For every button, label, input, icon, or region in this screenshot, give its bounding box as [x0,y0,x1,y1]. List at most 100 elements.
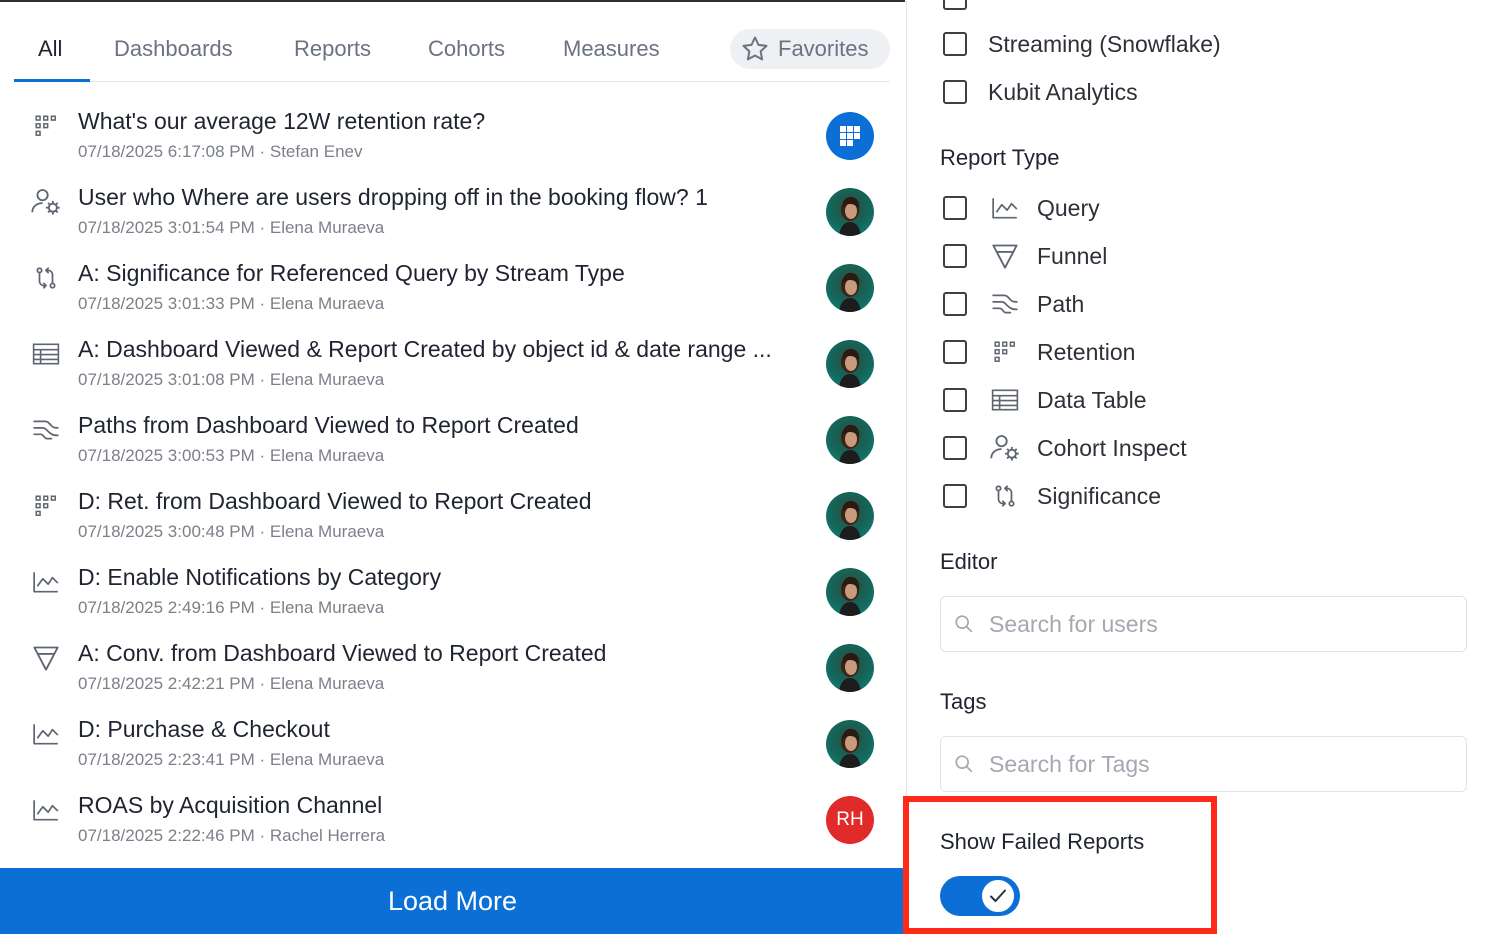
report-title[interactable]: Paths from Dashboard Viewed to Report Cr… [78,412,579,439]
report-list-panel: All Dashboards Reports Cohorts Measures … [0,0,905,934]
show-failed-reports-toggle[interactable] [940,876,1020,916]
query-icon [30,718,62,750]
editor-title: Editor [940,549,998,574]
tab-bar: All Dashboards Reports Cohorts Measures … [14,18,890,82]
editor-search[interactable] [940,596,1467,652]
report-title[interactable]: A: Conv. from Dashboard Viewed to Report… [78,640,606,667]
avatar [826,720,874,768]
path-icon [30,414,62,446]
report-meta: 07/18/2025 2:23:41 PM · Elena Muraeva [78,750,385,769]
checkbox[interactable] [943,484,967,508]
retention-icon [30,110,62,142]
source-label: Streaming (Snowflake) [988,30,1221,57]
tab-measures[interactable]: Measures [563,18,660,82]
checkbox[interactable] [943,32,967,56]
report-list-item[interactable]: D: Ret. from Dashboard Viewed to Report … [0,480,905,556]
report-type-label: Funnel [1037,242,1108,269]
checkbox[interactable] [943,244,967,268]
report-meta: 07/18/2025 3:00:53 PM · Elena Muraeva [78,446,385,465]
report-title[interactable]: What's our average 12W retention rate? [78,108,485,135]
favorites-button[interactable]: Favorites [730,29,890,69]
significance-icon [30,262,62,294]
data-table-icon [30,338,62,370]
report-meta: 07/18/2025 3:01:54 PM · Elena Muraeva [78,218,385,237]
report-meta: 07/18/2025 2:22:46 PM · Rachel Herrera [78,826,386,845]
report-title[interactable]: ROAS by Acquisition Channel [78,792,382,819]
report-type-label: Retention [1037,338,1136,365]
report-list-item[interactable]: A: Conv. from Dashboard Viewed to Report… [0,632,905,708]
tags-title: Tags [940,689,987,714]
search-icon [953,753,975,775]
query-icon [30,566,62,598]
tab-reports[interactable]: Reports [294,18,371,82]
checkbox[interactable] [943,436,967,460]
report-list-item[interactable]: ROAS by Acquisition Channel 07/18/2025 2:… [0,784,905,860]
report-type-option[interactable]: Path [943,284,1084,324]
report-list-item[interactable]: D: Purchase & Checkout 07/18/2025 2:23:41… [0,708,905,784]
source-option-streaming[interactable]: Streaming (Snowflake) [943,24,1221,64]
avatar [826,416,874,464]
source-option-kubit[interactable]: Kubit Analytics [943,72,1138,112]
report-meta: 07/18/2025 3:00:48 PM · Elena Muraeva [78,522,385,541]
report-title[interactable]: A: Significance for Referenced Query by … [78,260,625,287]
report-list-item[interactable]: What's our average 12W retention rate? 07… [0,100,905,176]
search-icon [953,613,975,635]
source-option-partial[interactable] [943,0,967,18]
query-icon [989,194,1021,222]
report-type-label: Significance [1037,482,1162,509]
report-list-item[interactable]: Paths from Dashboard Viewed to Report Cr… [0,404,905,480]
star-icon [742,36,768,61]
report-title[interactable]: D: Purchase & Checkout [78,716,330,743]
favorites-label: Favorites [778,36,869,61]
funnel-icon [30,642,62,674]
report-title[interactable]: User who Where are users dropping off in… [78,184,708,211]
funnel-icon [989,242,1021,270]
report-title[interactable]: D: Ret. from Dashboard Viewed to Report … [78,488,592,515]
report-list-item[interactable]: User who Where are users dropping off in… [0,176,905,252]
report-meta: 07/18/2025 2:49:16 PM · Elena Muraeva [78,598,385,617]
checkbox[interactable] [943,340,967,364]
retention-icon [989,338,1021,366]
cohort-inspect-icon [30,186,62,218]
report-type-label: Path [1037,290,1085,317]
tags-search[interactable] [940,736,1467,792]
checkbox[interactable] [943,0,967,10]
checkbox[interactable] [943,388,967,412]
path-icon [989,290,1021,318]
report-type-option[interactable]: Significance [943,476,1161,516]
toggle-knob [980,878,1016,914]
report-type-label: Data Table [1037,386,1147,413]
report-type-option[interactable]: Funnel [943,236,1107,276]
load-more-button[interactable]: Load More [0,868,905,934]
tags-search-input[interactable] [989,750,1459,778]
report-list-item[interactable]: A: Significance for Referenced Query by … [0,252,905,328]
query-icon [30,794,62,826]
checkbox[interactable] [943,80,967,104]
report-list-item[interactable]: A: Dashboard Viewed & Report Created by … [0,328,905,404]
report-type-option[interactable]: Query [943,188,1100,228]
avatar-initials: RH [826,796,874,844]
report-meta: 07/18/2025 2:42:21 PM · Elena Muraeva [78,674,385,693]
report-type-option[interactable]: Retention [943,332,1135,372]
report-type-option[interactable]: Cohort Inspect [943,428,1187,468]
tab-dashboards[interactable]: Dashboards [114,18,233,82]
tab-all[interactable]: All [38,18,62,82]
data-table-icon [989,386,1021,414]
avatar [826,340,874,388]
filter-panel: Streaming (Snowflake) Kubit Analytics Re… [903,0,1498,934]
avatar [826,644,874,692]
report-meta: 07/18/2025 6:17:08 PM · Stefan Enev [78,142,363,161]
tab-cohorts[interactable]: Cohorts [428,18,505,82]
avatar [826,264,874,312]
checkbox[interactable] [943,292,967,316]
report-title[interactable]: A: Dashboard Viewed & Report Created by … [78,336,772,363]
report-meta: 07/18/2025 3:01:33 PM · Elena Muraeva [78,294,385,313]
retention-icon [30,490,62,522]
report-type-option[interactable]: Data Table [943,380,1147,420]
source-label: Kubit Analytics [988,78,1138,105]
cohort-inspect-icon [989,434,1021,462]
report-list-item[interactable]: D: Enable Notifications by Category 07/18… [0,556,905,632]
report-title[interactable]: D: Enable Notifications by Category [78,564,441,591]
editor-search-input[interactable] [989,610,1459,638]
checkbox[interactable] [943,196,967,220]
